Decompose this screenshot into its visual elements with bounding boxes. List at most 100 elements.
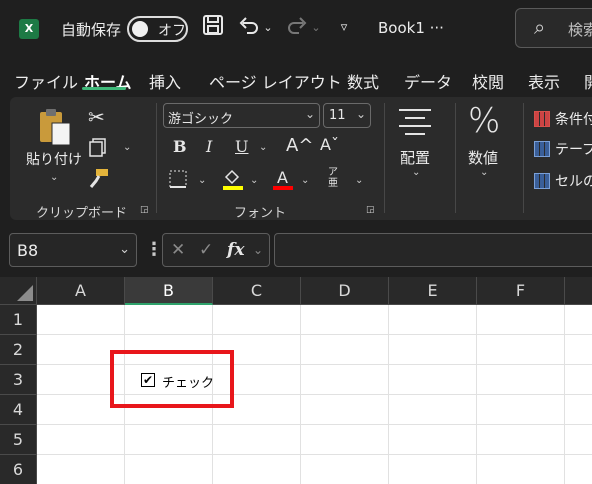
column-header-a[interactable]: A xyxy=(37,277,125,305)
name-box[interactable]: B8 ⌄ xyxy=(9,233,137,267)
worksheet-grid[interactable]: A B C D E F 1 2 3 4 5 6 ✔ チェック xyxy=(0,277,592,484)
underline-dropdown-icon[interactable]: ⌄ xyxy=(259,142,267,153)
formula-buttons: ✕ ✓ fx ⌄ xyxy=(162,233,270,267)
underline-button[interactable]: U xyxy=(235,137,248,156)
grow-font-button[interactable]: A^ xyxy=(286,135,313,156)
format-as-table-label: テーブ xyxy=(555,142,592,158)
alignment-dropdown-icon[interactable]: ⌄ xyxy=(412,167,420,178)
font-name-value: 游ゴシック xyxy=(168,112,234,127)
ribbon-divider xyxy=(455,103,456,213)
ribbon: 貼り付け ⌄ ✂ ⌄ クリップボード ◲ 游ゴシック ⌄ 11 ⌄ B I U … xyxy=(10,97,592,221)
number-dropdown-icon[interactable]: ⌄ xyxy=(480,167,488,178)
undo-icon[interactable] xyxy=(237,14,261,42)
chevron-down-icon: ⌄ xyxy=(304,107,315,121)
clipboard-launcher-icon[interactable]: ◲ xyxy=(140,205,149,215)
copy-dropdown-icon[interactable]: ⌄ xyxy=(123,142,131,153)
undo-dropdown-icon[interactable]: ⌄ xyxy=(262,14,274,42)
phonetic-dropdown-icon[interactable]: ⌄ xyxy=(355,175,363,186)
row-header-3[interactable]: 3 xyxy=(0,365,37,395)
save-icon[interactable] xyxy=(200,14,226,42)
row-header-6[interactable]: 6 xyxy=(0,455,37,484)
formula-bar: B8 ⌄ ⋮ ✕ ✓ fx ⌄ xyxy=(0,221,592,278)
conditional-formatting-label: 条件付 xyxy=(555,112,592,128)
font-color-icon[interactable]: A xyxy=(272,167,294,195)
autosave-toggle[interactable]: オフ xyxy=(127,16,188,42)
conditional-formatting-button[interactable]: 条件付 xyxy=(534,109,592,129)
paste-icon[interactable] xyxy=(38,107,74,151)
phonetic-guide-icon[interactable]: ア亜 xyxy=(328,167,338,189)
copy-icon[interactable] xyxy=(88,137,108,161)
column-header-e[interactable]: E xyxy=(389,277,477,305)
cell-styles-button[interactable]: セルの xyxy=(534,171,592,191)
format-painter-icon[interactable] xyxy=(88,167,110,193)
chevron-down-icon[interactable]: ⌄ xyxy=(253,243,263,257)
column-header-c[interactable]: C xyxy=(213,277,301,305)
column-header-g[interactable] xyxy=(565,277,592,305)
paste-dropdown-icon[interactable]: ⌄ xyxy=(50,172,58,183)
format-as-table-button[interactable]: テーブ xyxy=(534,139,592,159)
tab-review[interactable]: 校閲 xyxy=(472,69,504,93)
toggle-knob xyxy=(132,21,148,37)
tab-view[interactable]: 表示 xyxy=(528,69,560,93)
redo-icon[interactable] xyxy=(285,14,309,42)
fill-color-icon[interactable] xyxy=(222,167,244,195)
insert-function-button[interactable]: fx xyxy=(227,240,244,260)
tab-data[interactable]: データ xyxy=(404,69,452,93)
font-color-dropdown-icon[interactable]: ⌄ xyxy=(301,175,309,186)
customize-qat-icon[interactable]: ▿ xyxy=(336,14,352,42)
enter-icon[interactable]: ✓ xyxy=(199,240,213,260)
chevron-down-icon: ⌄ xyxy=(355,107,366,121)
gridline xyxy=(37,454,592,455)
cancel-icon[interactable]: ✕ xyxy=(171,240,185,260)
clipboard-group-label: クリップボード xyxy=(36,206,128,221)
font-name-select[interactable]: 游ゴシック ⌄ xyxy=(163,103,320,128)
gridline xyxy=(37,424,592,425)
borders-dropdown-icon[interactable]: ⌄ xyxy=(198,175,206,186)
vertical-dots-icon[interactable]: ⋮ xyxy=(145,239,163,260)
formula-input[interactable] xyxy=(274,233,592,267)
shrink-font-button[interactable]: Aˇ xyxy=(320,135,339,154)
conditional-formatting-icon xyxy=(534,111,550,127)
excel-logo-icon: X xyxy=(19,19,39,39)
cell-styles-label: セルの xyxy=(555,174,592,190)
search-box[interactable]: ⌕ 検索 xyxy=(515,8,592,48)
column-header-b[interactable]: B xyxy=(125,277,213,305)
alignment-label[interactable]: 配置 xyxy=(400,147,430,168)
tab-page-layout[interactable]: ページ レイアウト xyxy=(209,69,342,93)
paste-label[interactable]: 貼り付け xyxy=(26,149,82,169)
book-title[interactable]: Book1 ‧‧‧ xyxy=(378,19,444,37)
column-header-d[interactable]: D xyxy=(301,277,389,305)
row-header-5[interactable]: 5 xyxy=(0,425,37,455)
row-header-1[interactable]: 1 xyxy=(0,305,37,335)
select-all-corner[interactable] xyxy=(0,277,37,305)
gridline xyxy=(37,334,592,335)
redo-dropdown-icon[interactable]: ⌄ xyxy=(310,14,322,42)
highlight-box xyxy=(110,350,234,408)
tab-insert[interactable]: 挿入 xyxy=(149,69,181,93)
tab-more[interactable]: 開 xyxy=(584,69,592,93)
ribbon-tabs: ファイル ホーム 挿入 ページ レイアウト 数式 データ 校閲 表示 開 xyxy=(0,58,592,96)
active-tab-indicator xyxy=(82,87,126,90)
fill-color-dropdown-icon[interactable]: ⌄ xyxy=(250,175,258,186)
chevron-down-icon: ⌄ xyxy=(119,242,130,257)
cut-icon[interactable]: ✂ xyxy=(88,105,105,129)
column-header-f[interactable]: F xyxy=(477,277,565,305)
autosave-label: 自動保存 xyxy=(61,21,122,39)
number-label[interactable]: 数値 xyxy=(468,147,498,168)
borders-icon[interactable] xyxy=(168,169,188,193)
bold-button[interactable]: B xyxy=(173,137,187,156)
name-box-value: B8 xyxy=(17,241,39,260)
row-header-2[interactable]: 2 xyxy=(0,335,37,365)
tab-formulas[interactable]: 数式 xyxy=(347,69,379,93)
row-header-4[interactable]: 4 xyxy=(0,395,37,425)
alignment-icon[interactable] xyxy=(397,107,433,141)
italic-button[interactable]: I xyxy=(206,137,212,156)
ribbon-divider xyxy=(523,103,524,213)
font-size-select[interactable]: 11 ⌄ xyxy=(323,103,371,128)
search-placeholder: 検索 xyxy=(568,21,592,39)
tab-file[interactable]: ファイル xyxy=(14,69,78,93)
title-bar: X 自動保存 オフ ⌄ ⌄ ▿ Book1 ‧‧‧ ⌕ 検索 xyxy=(0,0,592,58)
font-launcher-icon[interactable]: ◲ xyxy=(366,205,375,215)
cell-styles-icon xyxy=(534,173,550,189)
number-format-icon[interactable]: % xyxy=(468,101,500,141)
